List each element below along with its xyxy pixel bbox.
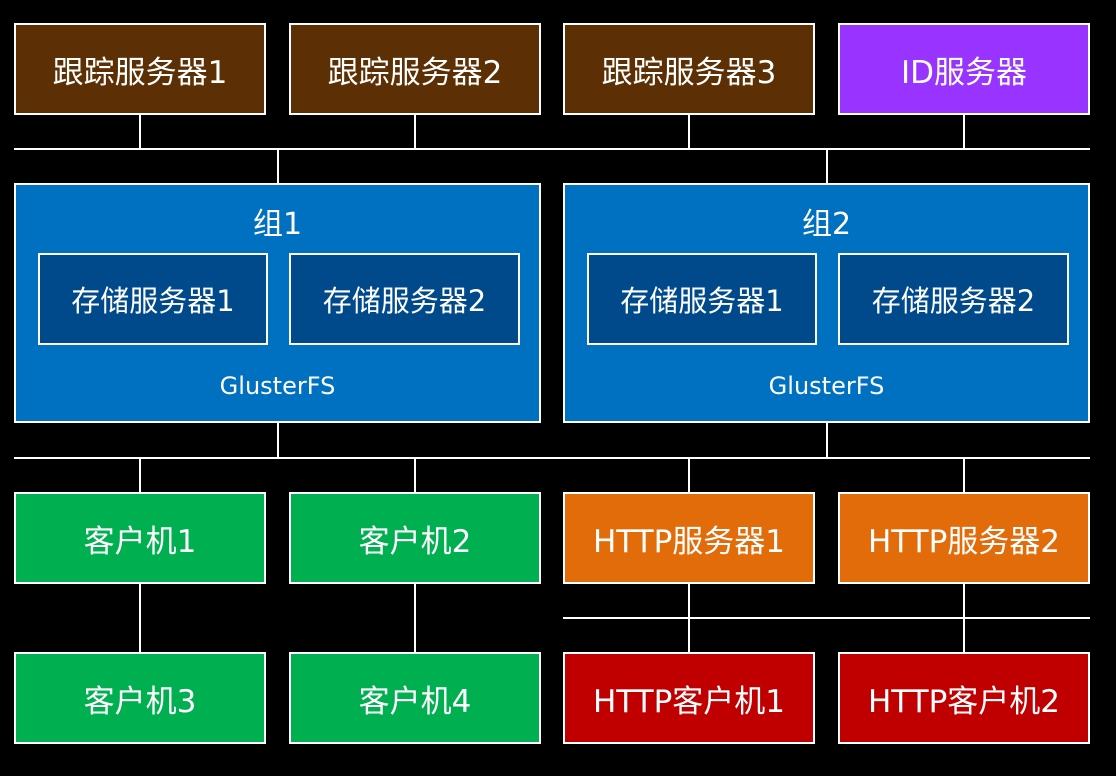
tracker-server-2: 跟踪服务器2 [289,23,541,115]
tracker-server-1: 跟踪服务器1 [14,23,266,115]
group-2-storage-server-1: 存储服务器1 [587,253,817,345]
group-2-title: 组2 [801,207,852,242]
connector-group-2-bottom [826,423,828,458]
connector-tracker-2 [414,115,416,149]
group-1-subtitle: GlusterFS [219,372,336,400]
client-2: 客户机2 [289,492,541,584]
connector-id-server [963,115,965,149]
group-1-storage-server-2: 存储服务器2 [289,253,520,345]
http-server-1: HTTP服务器1 [563,492,815,584]
http-server-2: HTTP服务器2 [838,492,1090,584]
connector-http-server-2 [963,458,965,492]
tracker-bus-line [14,148,1090,150]
connector-tracker-3 [688,115,690,149]
connector-http-client-2 [963,618,965,652]
connector-http-server-1-down [688,584,690,618]
connector-client-1 [139,458,141,492]
connector-client-2-to-4 [414,584,416,652]
client-3: 客户机3 [14,652,266,744]
group-2-storage-server-2: 存储服务器2 [838,253,1069,345]
connector-group-1-top [277,149,279,183]
connector-tracker-1 [139,115,141,149]
connector-client-2 [414,458,416,492]
connector-group-2-top [826,149,828,183]
connector-http-server-1 [688,458,690,492]
client-4: 客户机4 [289,652,541,744]
http-bus-line [563,617,1090,619]
http-client-2: HTTP客户机2 [838,652,1090,744]
connector-group-1-bottom [277,423,279,458]
client-1: 客户机1 [14,492,266,584]
group-2-subtitle: GlusterFS [768,372,885,400]
group-2: 组2 存储服务器1 存储服务器2 GlusterFS [563,183,1090,423]
group-1-title: 组1 [252,207,303,242]
group-1-storage-server-1: 存储服务器1 [38,253,268,345]
group-1: 组1 存储服务器1 存储服务器2 GlusterFS [14,183,541,423]
id-server: ID服务器 [838,23,1090,115]
http-client-1: HTTP客户机1 [563,652,815,744]
tracker-server-3: 跟踪服务器3 [563,23,815,115]
connector-http-server-2-down [963,584,965,618]
connector-client-1-to-3 [139,584,141,652]
connector-http-client-1 [688,618,690,652]
client-bus-line [14,457,1090,459]
